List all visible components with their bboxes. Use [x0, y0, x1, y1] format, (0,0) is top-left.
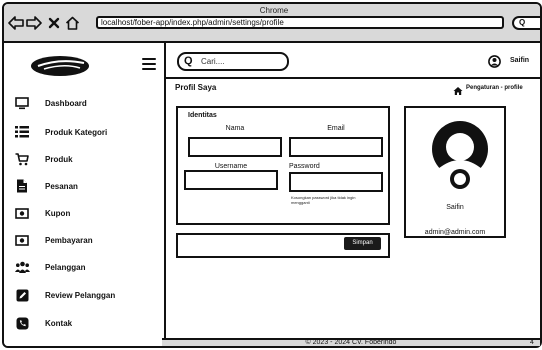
page-title: Profil Saya: [175, 83, 217, 92]
sidebar-item-label: Pelanggan: [45, 262, 86, 272]
arrow-right-icon[interactable]: [26, 15, 42, 31]
identity-title: Identitas: [188, 112, 217, 119]
search-icon: Q: [519, 18, 526, 27]
password-field[interactable]: [289, 172, 383, 192]
profile-avatar-icon: [430, 121, 490, 191]
address-bar[interactable]: localhost/fober-app/index.php/admin/sett…: [96, 16, 504, 29]
search-icon: Q: [184, 55, 193, 67]
identity-card: Identitas Nama Email Username Password K…: [176, 106, 390, 225]
sidebar-item-label: Produk Kategori: [45, 127, 108, 137]
profile-email: admin@admin.com: [424, 229, 486, 236]
password-label: Password: [289, 163, 320, 170]
menu-toggle-icon[interactable]: [142, 58, 156, 70]
phone-icon: [14, 315, 30, 331]
browser-toolbar: Chrome localhost/fober-app/index.php/adm…: [4, 4, 540, 43]
name-label: Nama: [225, 125, 245, 132]
sidebar-item-label: Pembayaran: [45, 235, 93, 245]
cart-icon: [14, 151, 30, 167]
user-avatar-icon[interactable]: [488, 55, 501, 68]
sidebar-item-label: Kontak: [45, 318, 73, 328]
browser-search-button[interactable]: Q: [512, 16, 540, 30]
list-icon: [14, 124, 30, 140]
search-placeholder: Cari....: [201, 57, 225, 66]
profile-name: Saifin: [446, 204, 464, 211]
top-navbar: Q Cari.... Saifin: [166, 43, 540, 79]
document-icon: [14, 178, 30, 194]
sidebar-item-label: Dashboard: [45, 98, 87, 108]
breadcrumb[interactable]: Pengaturan - profile: [466, 85, 523, 91]
save-button[interactable]: Simpan: [344, 237, 381, 250]
home-icon[interactable]: [64, 15, 80, 31]
arrow-left-icon[interactable]: [8, 15, 24, 31]
users-icon: [14, 259, 30, 275]
footer-copyright: © 2023 - 2024 CV. Foberindo: [305, 339, 397, 346]
username-field[interactable]: [184, 170, 278, 190]
user-name[interactable]: Saifin: [510, 57, 529, 64]
sidebar-item-label: Review Pelanggan: [45, 290, 116, 300]
home-icon[interactable]: [453, 83, 463, 95]
sidebar: Dashboard Produk Kategori Produk Pesanan: [4, 43, 166, 346]
monitor-icon: [14, 95, 30, 111]
search-input[interactable]: Q Cari....: [177, 52, 289, 71]
close-icon[interactable]: [46, 15, 62, 31]
email-label: Email: [327, 125, 345, 132]
sidebar-item-label: Produk: [45, 154, 73, 164]
coupon-icon: [14, 205, 30, 221]
brand-logo[interactable]: [30, 55, 90, 77]
window-title: Chrome: [259, 6, 289, 15]
password-hint: Kosongkan password jika tidak ingin meng…: [291, 195, 356, 205]
sidebar-item-label: Pesanan: [45, 181, 78, 191]
footer-corner-text: 4: [530, 339, 534, 346]
edit-icon: [14, 287, 30, 303]
sidebar-item-label: Kupon: [45, 208, 71, 218]
name-field[interactable]: [188, 137, 282, 157]
footer: © 2023 - 2024 CV. Foberindo 4: [162, 338, 540, 346]
username-label: Username: [214, 163, 248, 170]
payment-icon: [14, 232, 30, 248]
email-field[interactable]: [289, 137, 383, 157]
